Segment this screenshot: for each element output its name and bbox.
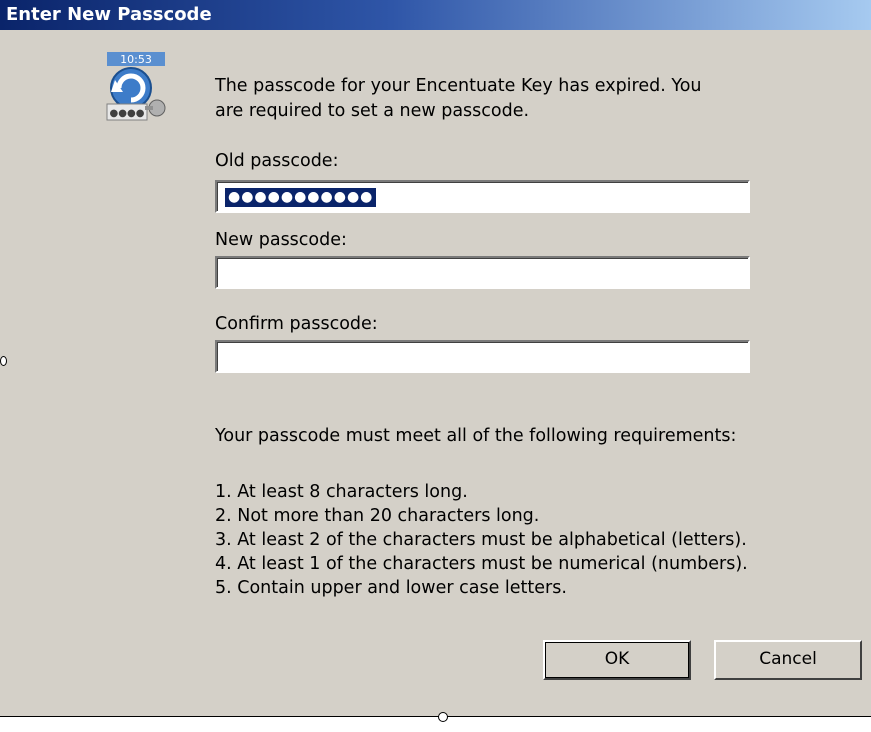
encentuate-key-icon: 10:53 ●●●● — [106, 52, 166, 121]
dialog-body — [0, 30, 871, 716]
cancel-button-label: Cancel — [759, 649, 817, 669]
requirement-item: 5. Contain upper and lower case letters. — [215, 578, 567, 598]
cancel-button[interactable]: Cancel — [714, 640, 862, 680]
ok-button[interactable]: OK — [543, 640, 691, 680]
svg-text:10:53: 10:53 — [120, 53, 152, 66]
new-passcode-field[interactable] — [215, 256, 750, 289]
resize-handle-left[interactable] — [0, 356, 7, 366]
expired-message-line2: are required to set a new passcode. — [215, 101, 530, 121]
window-title: Enter New Passcode — [6, 4, 212, 25]
old-passcode-field[interactable]: ●●●●●●●●●●● — [215, 180, 750, 213]
requirement-item: 3. At least 2 of the characters must be … — [215, 530, 747, 550]
resize-handle-bottom[interactable] — [438, 712, 448, 722]
new-passcode-label: New passcode: — [215, 230, 347, 250]
requirement-item: 2. Not more than 20 characters long. — [215, 506, 540, 526]
confirm-passcode-label: Confirm passcode: — [215, 314, 378, 334]
old-passcode-value: ●●●●●●●●●●● — [225, 188, 377, 207]
requirement-item: 4. At least 1 of the characters must be … — [215, 554, 748, 574]
requirements-intro: Your passcode must meet all of the follo… — [215, 426, 737, 446]
old-passcode-label: Old passcode: — [215, 151, 339, 171]
enter-new-passcode-dialog: Enter New Passcode 10:53 ●●●● The passco… — [0, 0, 871, 732]
title-bar[interactable]: Enter New Passcode — [0, 0, 871, 30]
requirement-item: 1. At least 8 characters long. — [215, 482, 468, 502]
bottom-edge-line — [0, 716, 871, 717]
svg-text:●●●●: ●●●● — [110, 108, 145, 119]
requirements-list: 1. At least 8 characters long. 2. Not mo… — [215, 480, 748, 600]
confirm-passcode-field[interactable] — [215, 340, 750, 373]
ok-button-label: OK — [604, 649, 630, 669]
expired-message-line1: The passcode for your Encentuate Key has… — [215, 76, 702, 96]
